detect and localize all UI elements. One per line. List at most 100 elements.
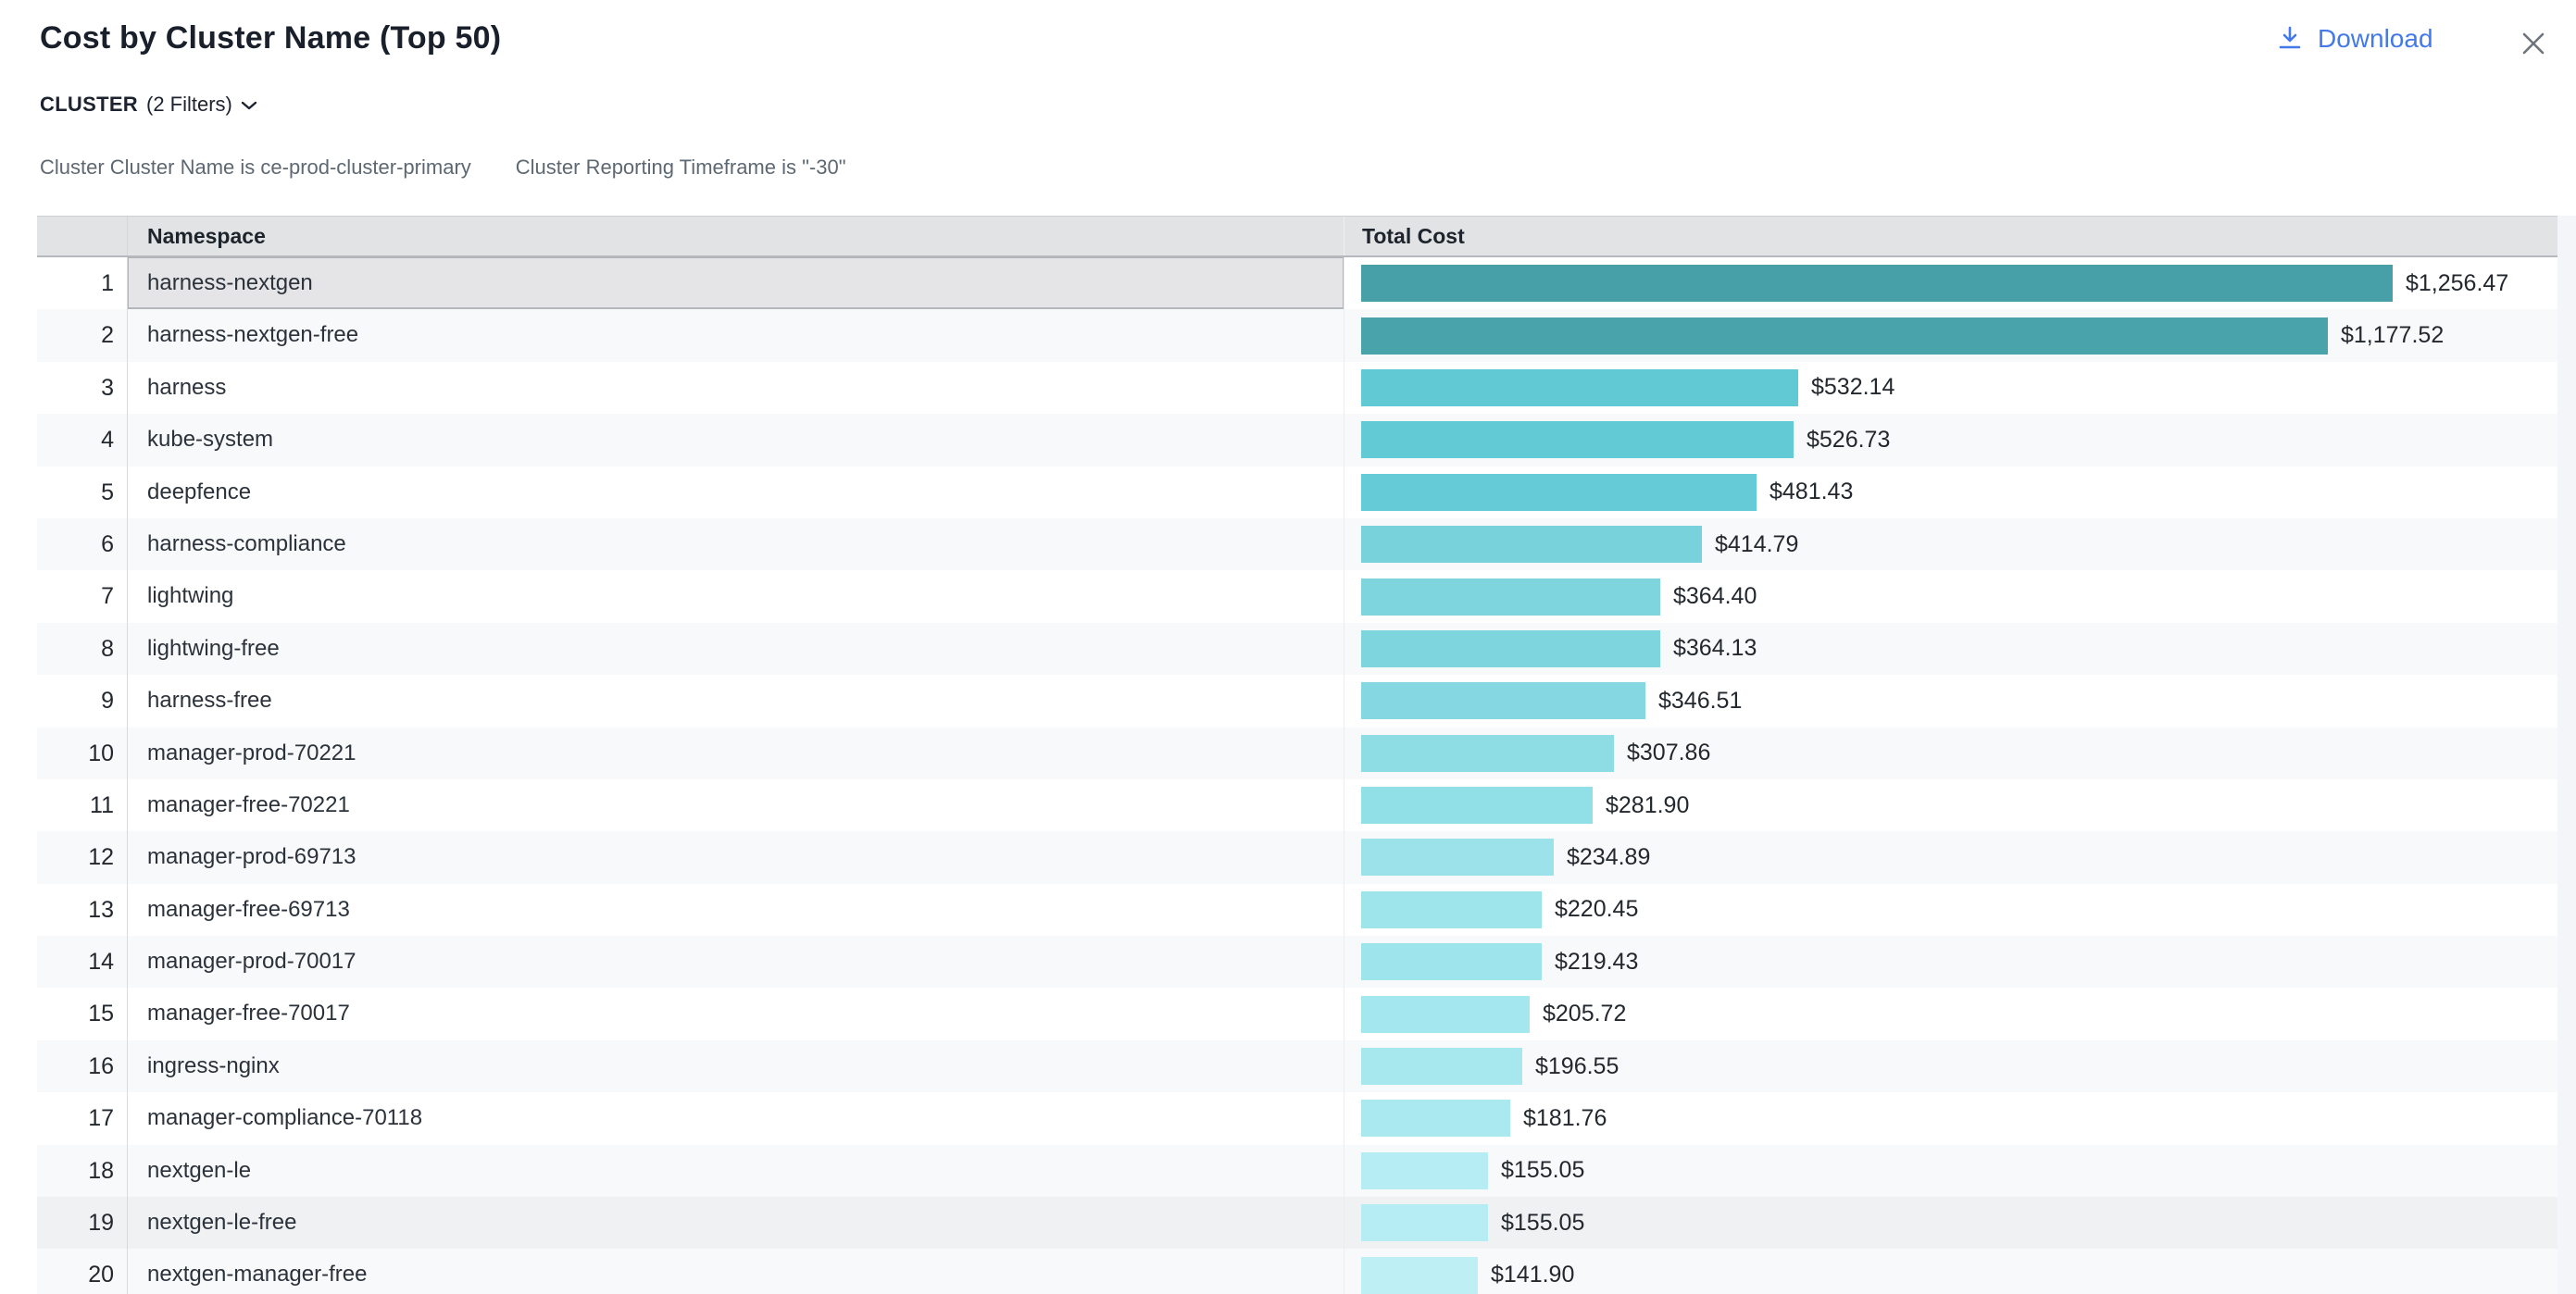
total-cost-cell: $181.76 (1344, 1092, 2557, 1144)
namespace-cell[interactable]: lightwing-free (127, 623, 1344, 675)
namespace-cell[interactable]: harness (127, 362, 1344, 414)
row-rank: 13 (37, 884, 127, 936)
total-cost-cell: $234.89 (1344, 831, 2557, 883)
namespace-cell[interactable]: ingress-nginx (127, 1040, 1344, 1092)
cost-value-label: $196.55 (1535, 1053, 1619, 1080)
row-rank: 6 (37, 518, 127, 570)
total-cost-cell: $1,177.52 (1344, 309, 2557, 361)
table-row[interactable]: 17manager-compliance-70118$181.76 (37, 1092, 2557, 1144)
namespace-cell[interactable]: manager-prod-70017 (127, 936, 1344, 988)
cluster-filter-toggle[interactable]: CLUSTER (2 Filters) (40, 93, 257, 117)
cost-table: Namespace Total Cost 1harness-nextgen$1,… (37, 216, 2557, 1294)
cost-bar (1361, 1204, 1488, 1241)
download-label: Download (2318, 24, 2433, 54)
cost-value-label: $234.89 (1567, 844, 1650, 871)
cost-bar (1361, 1048, 1522, 1085)
table-row[interactable]: 11manager-free-70221$281.90 (37, 779, 2557, 831)
namespace-cell[interactable]: deepfence (127, 467, 1344, 518)
namespace-cell[interactable]: harness-nextgen-free (127, 309, 1344, 361)
applied-filters: Cluster Cluster Name is ce-prod-cluster-… (40, 156, 846, 180)
namespace-cell[interactable]: harness-nextgen (127, 257, 1344, 309)
cost-value-label: $155.05 (1501, 1210, 1584, 1237)
applied-filter-cluster-name: Cluster Cluster Name is ce-prod-cluster-… (40, 156, 471, 180)
table-row[interactable]: 14manager-prod-70017$219.43 (37, 936, 2557, 988)
total-cost-cell: $414.79 (1344, 518, 2557, 570)
cost-bar (1361, 891, 1542, 928)
cost-bar (1361, 1100, 1510, 1137)
row-rank: 5 (37, 467, 127, 518)
table-row[interactable]: 4kube-system$526.73 (37, 414, 2557, 466)
total-cost-cell: $196.55 (1344, 1040, 2557, 1092)
table-row[interactable]: 1harness-nextgen$1,256.47 (37, 257, 2557, 309)
table-row[interactable]: 20nextgen-manager-free$141.90 (37, 1249, 2557, 1294)
table-row[interactable]: 6harness-compliance $414.79 (37, 518, 2557, 570)
cost-value-label: $364.40 (1673, 583, 1757, 610)
row-rank: 1 (37, 257, 127, 309)
download-button[interactable]: Download (2276, 24, 2433, 54)
close-button[interactable] (2515, 26, 2552, 63)
total-cost-cell: $346.51 (1344, 675, 2557, 727)
total-cost-cell: $281.90 (1344, 779, 2557, 831)
cost-value-label: $481.43 (1769, 479, 1853, 505)
namespace-cell[interactable]: nextgen-le-free (127, 1197, 1344, 1249)
namespace-cell[interactable]: manager-free-70017 (127, 988, 1344, 1039)
table-row[interactable]: 7lightwing$364.40 (37, 570, 2557, 622)
cost-bar (1361, 474, 1757, 511)
cost-value-label: $205.72 (1543, 1001, 1626, 1027)
scroll-gutter[interactable] (2557, 216, 2576, 1294)
total-cost-cell: $364.13 (1344, 623, 2557, 675)
cost-bar (1361, 996, 1530, 1033)
namespace-cell[interactable]: manager-free-70221 (127, 779, 1344, 831)
row-rank: 2 (37, 309, 127, 361)
cost-bar (1361, 421, 1794, 458)
column-header-namespace[interactable]: Namespace (127, 217, 1344, 255)
cost-value-label: $346.51 (1658, 688, 1742, 715)
cost-bar (1361, 943, 1542, 980)
cost-bar (1361, 317, 2328, 355)
filters-count-label: (2 Filters) (146, 93, 232, 117)
namespace-cell[interactable]: nextgen-manager-free (127, 1249, 1344, 1294)
cost-bar (1361, 682, 1645, 719)
namespace-cell[interactable]: lightwing (127, 570, 1344, 622)
close-icon (2518, 48, 2549, 62)
cost-value-label: $532.14 (1811, 374, 1894, 401)
table-row[interactable]: 9harness-free$346.51 (37, 675, 2557, 727)
cost-value-label: $526.73 (1807, 427, 1890, 454)
total-cost-cell: $155.05 (1344, 1197, 2557, 1249)
total-cost-cell: $220.45 (1344, 884, 2557, 936)
namespace-cell[interactable]: manager-prod-70221 (127, 728, 1344, 779)
table-row[interactable]: 3harness $532.14 (37, 362, 2557, 414)
table-row[interactable]: 5deepfence $481.43 (37, 467, 2557, 518)
applied-filter-timeframe: Cluster Reporting Timeframe is "-30" (516, 156, 846, 180)
namespace-cell[interactable]: manager-free-69713 (127, 884, 1344, 936)
namespace-cell[interactable]: harness-free (127, 675, 1344, 727)
cost-by-cluster-modal: Cost by Cluster Name (Top 50) Download C… (0, 0, 2576, 1294)
namespace-cell[interactable]: nextgen-le (127, 1145, 1344, 1197)
namespace-cell[interactable]: manager-prod-69713 (127, 831, 1344, 883)
total-cost-cell: $526.73 (1344, 414, 2557, 466)
table-row[interactable]: 13manager-free-69713$220.45 (37, 884, 2557, 936)
total-cost-cell: $219.43 (1344, 936, 2557, 988)
total-cost-cell: $307.86 (1344, 728, 2557, 779)
table-row[interactable]: 16ingress-nginx$196.55 (37, 1040, 2557, 1092)
cost-bar (1361, 1257, 1478, 1294)
column-header-total-cost[interactable]: Total Cost (1344, 217, 2557, 255)
row-rank: 19 (37, 1197, 127, 1249)
row-rank: 3 (37, 362, 127, 414)
row-rank: 20 (37, 1249, 127, 1294)
table-row[interactable]: 15manager-free-70017$205.72 (37, 988, 2557, 1039)
table-row[interactable]: 12manager-prod-69713$234.89 (37, 831, 2557, 883)
namespace-cell[interactable]: harness-compliance (127, 518, 1344, 570)
total-cost-cell: $205.72 (1344, 988, 2557, 1039)
table-row[interactable]: 8lightwing-free$364.13 (37, 623, 2557, 675)
cost-bar (1361, 526, 1702, 563)
table-row[interactable]: 18nextgen-le$155.05 (37, 1145, 2557, 1197)
cost-value-label: $414.79 (1715, 531, 1798, 558)
table-row[interactable]: 2harness-nextgen-free $1,177.52 (37, 309, 2557, 361)
cost-value-label: $364.13 (1673, 635, 1757, 662)
table-row[interactable]: 10manager-prod-70221$307.86 (37, 728, 2557, 779)
cost-value-label: $1,177.52 (2341, 322, 2444, 349)
namespace-cell[interactable]: kube-system (127, 414, 1344, 466)
namespace-cell[interactable]: manager-compliance-70118 (127, 1092, 1344, 1144)
table-row[interactable]: 19nextgen-le-free $155.05 (37, 1197, 2557, 1249)
